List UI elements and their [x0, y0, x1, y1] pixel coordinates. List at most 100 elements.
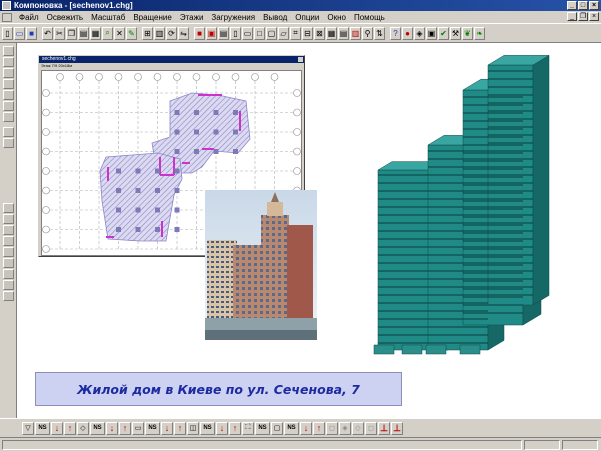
tool-beam-icon[interactable] — [3, 214, 14, 224]
ns-toggle-3[interactable]: NS — [145, 421, 160, 435]
child-close-button[interactable] — [298, 57, 303, 62]
filter-icon[interactable]: ⚲ — [362, 26, 373, 40]
pencil-icon[interactable]: ✎ — [126, 26, 137, 40]
menu-output[interactable]: Вывод — [259, 13, 291, 22]
menu-help[interactable]: Помощь — [350, 13, 389, 22]
doc-minimize-button[interactable]: _ — [567, 12, 577, 21]
load-type3-icon[interactable]: ▭ — [132, 421, 144, 435]
doc-close-button[interactable]: × — [589, 12, 599, 21]
report-icon[interactable]: ▤ — [338, 26, 349, 40]
tool-load-icon[interactable] — [3, 236, 14, 246]
copy-icon[interactable]: ❐ — [66, 26, 77, 40]
tool-list-icon[interactable] — [3, 280, 14, 290]
document-icon[interactable] — [2, 12, 12, 22]
arrow-up-6-icon[interactable]: ↑ — [313, 421, 325, 435]
open-file-icon[interactable]: ▭ — [14, 26, 25, 40]
tool-info-icon[interactable] — [3, 269, 14, 279]
pick-icon[interactable]: ✕ — [114, 26, 125, 40]
rotate-icon[interactable]: ⟳ — [166, 26, 177, 40]
tool-column-icon[interactable] — [3, 203, 14, 213]
arrow-down-2-icon[interactable]: ↓ — [106, 421, 118, 435]
beam-icon[interactable]: ▭ — [242, 26, 253, 40]
tool-slab-icon[interactable] — [3, 138, 14, 148]
menu-rotation[interactable]: Вращение — [129, 13, 176, 22]
stairs-icon[interactable]: ⊟ — [302, 26, 313, 40]
rect-icon[interactable]: □ — [254, 26, 265, 40]
tool-move-icon[interactable] — [3, 57, 14, 67]
menu-refresh[interactable]: Освежить — [43, 13, 87, 22]
tool-delete-icon[interactable] — [3, 101, 14, 111]
save-icon[interactable]: ■ — [26, 26, 37, 40]
arrow-down-1-icon[interactable]: ↓ — [51, 421, 63, 435]
close-button[interactable]: × — [589, 1, 599, 10]
cut-icon[interactable]: ✂ — [54, 26, 65, 40]
arrow-up-4-icon[interactable]: ↑ — [229, 421, 241, 435]
grid-icon[interactable]: ▦ — [90, 26, 101, 40]
load-type2-icon[interactable]: ◇ — [77, 421, 89, 435]
doc-restore-button[interactable]: ❐ — [578, 12, 588, 21]
load-combo-icon[interactable]: ⊥ — [391, 421, 403, 435]
maximize-button[interactable]: □ — [578, 1, 588, 10]
wall-icon[interactable]: ▣ — [206, 26, 217, 40]
load-type6-icon[interactable]: ▢ — [271, 421, 283, 435]
paste-icon[interactable]: ▤ — [78, 26, 89, 40]
slab-icon[interactable]: ■ — [194, 26, 205, 40]
load-icon[interactable]: ▥ — [350, 26, 361, 40]
load-type7-icon[interactable]: ◻ — [326, 421, 338, 435]
menu-floors[interactable]: Этажи — [176, 13, 208, 22]
menu-options[interactable]: Опции — [291, 13, 323, 22]
check-icon[interactable]: ✔ — [438, 26, 449, 40]
view-icon[interactable]: ◈ — [414, 26, 425, 40]
load-type8-icon[interactable]: ◈ — [339, 421, 351, 435]
child-window-title[interactable]: sechenov1.chg — [39, 56, 304, 63]
load-type1-icon[interactable]: ▽ — [22, 421, 34, 435]
building-3d-model[interactable] — [368, 55, 583, 361]
arrow-down-6-icon[interactable]: ↓ — [300, 421, 312, 435]
load-type10-icon[interactable]: ◻ — [365, 421, 377, 435]
load-type9-icon[interactable]: ◇ — [352, 421, 364, 435]
table-icon[interactable]: ▦ — [326, 26, 337, 40]
arrow-up-1-icon[interactable]: ↑ — [64, 421, 76, 435]
tool-icon[interactable]: ⚒ — [450, 26, 461, 40]
load-sum-icon[interactable]: ⊥ — [378, 421, 390, 435]
tool-select-icon[interactable] — [3, 46, 14, 56]
arrow-up-3-icon[interactable]: ↑ — [174, 421, 186, 435]
leaf-icon[interactable]: ❦ — [462, 26, 473, 40]
tool-copy-icon[interactable] — [3, 68, 14, 78]
app-icon[interactable] — [2, 1, 11, 10]
arrow-down-3-icon[interactable]: ↓ — [161, 421, 173, 435]
sort-icon[interactable]: ⇅ — [374, 26, 385, 40]
ns-toggle-5[interactable]: NS — [255, 421, 270, 435]
tool-opening-icon[interactable] — [3, 225, 14, 235]
frame-icon[interactable]: ▢ — [266, 26, 277, 40]
load-type4-icon[interactable]: ◫ — [187, 421, 199, 435]
tool-support-icon[interactable] — [3, 247, 14, 257]
section-icon[interactable]: ⌗ — [290, 26, 301, 40]
plate-icon[interactable]: ▱ — [278, 26, 289, 40]
undo-icon[interactable]: ↶ — [42, 26, 53, 40]
new-file-icon[interactable]: ▯ — [2, 26, 13, 40]
column-icon[interactable]: ▤ — [218, 26, 229, 40]
tool-wall-icon[interactable] — [3, 127, 14, 137]
menu-scale[interactable]: Масштаб — [87, 13, 129, 22]
leaf2-icon[interactable]: ❧ — [474, 26, 485, 40]
minimize-button[interactable]: _ — [567, 1, 577, 10]
ns-toggle-4[interactable]: NS — [200, 421, 215, 435]
menu-window[interactable]: Окно — [323, 13, 350, 22]
stop-icon[interactable]: ● — [402, 26, 413, 40]
opening-icon[interactable]: ▯ — [230, 26, 241, 40]
tool-print-icon[interactable] — [3, 291, 14, 301]
load-type5-icon[interactable]: ⛶ — [242, 421, 254, 435]
help-pointer-icon[interactable]: ? — [390, 26, 401, 40]
tool-rotate-icon[interactable] — [3, 79, 14, 89]
ns-toggle-1[interactable]: NS — [35, 421, 50, 435]
menu-file[interactable]: Файл — [15, 13, 43, 22]
zoom-icon[interactable]: ⌕ — [102, 26, 113, 40]
elements-icon[interactable]: ▥ — [154, 26, 165, 40]
box-icon[interactable]: ▣ — [426, 26, 437, 40]
nodes-icon[interactable]: ⊞ — [142, 26, 153, 40]
tool-node-icon[interactable] — [3, 112, 14, 122]
tool-mirror-icon[interactable] — [3, 90, 14, 100]
mesh-icon[interactable]: ⊠ — [314, 26, 325, 40]
mirror-icon[interactable]: ⇋ — [178, 26, 189, 40]
